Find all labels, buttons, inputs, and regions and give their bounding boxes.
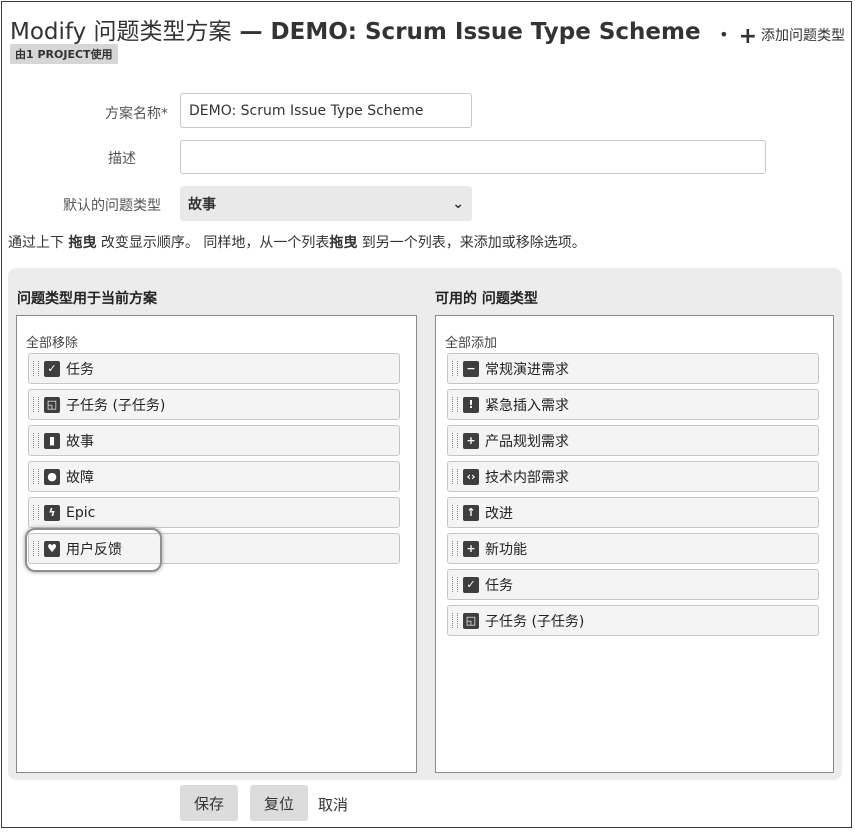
reset-button[interactable]: 复位 [250,785,308,821]
available-type-item[interactable]: + 新功能 [447,533,819,564]
page-title: Modify 问题类型方案 — DEMO: Scrum Issue Type S… [10,12,701,46]
available-type-item[interactable]: ! 紧急插入需求 [447,389,819,420]
drag-handle-icon[interactable] [452,361,458,376]
arrow-up-icon: ↑ [463,504,479,521]
subtask-icon: ◱ [463,612,479,629]
hint-drag-2: 拖曳 [329,235,358,251]
available-type-item[interactable]: ◱ 子任务 (子任务) [447,605,819,636]
default-issue-type-select[interactable]: 故事 ⌄ [180,186,472,221]
drag-handle-icon[interactable] [33,505,39,520]
current-scheme-item-label: 故事 [66,433,94,450]
available-types-list[interactable]: 全部添加 − 常规演进需求! 紧急插入需求 + 产品规划需求 ‹› 技术内部需求 ↑ 改进 + 新功… [435,315,834,773]
current-scheme-item[interactable]: ▮ 故事 [28,425,400,456]
available-type-item-label: 常规演进需求 [485,361,569,378]
check-icon: ✓ [44,360,60,377]
description-label: 描述 [108,151,136,167]
hint-text-1: 通过上下 [8,235,69,251]
current-scheme-item[interactable]: ✓ 任务 [28,353,400,384]
page-title-prefix: Modify 问题类型方案 [10,19,232,45]
current-scheme-item-label: 子任务 (子任务) [66,397,166,414]
drag-hint-text: 通过上下 拖曳 改变显示顺序。 同样地，从一个列表拖曳 到另一个列表，来添加或移… [8,232,586,252]
available-type-item-label: 产品规划需求 [485,433,569,450]
drag-handle-icon[interactable] [33,433,39,448]
bookmark-icon: ▮ [44,432,60,449]
remove-all-link[interactable]: 全部移除 [26,332,78,351]
drag-handle-icon[interactable] [452,397,458,412]
current-scheme-item-label: Epic [66,504,96,521]
plus-icon: + [738,24,757,49]
default-issue-type-label: 默认的问题类型 [63,198,161,214]
available-type-item[interactable]: ‹› 技术内部需求 [447,461,819,492]
page-title-scheme: DEMO: Scrum Issue Type Scheme [270,19,701,45]
chevron-down-icon: ⌄ [452,195,464,212]
available-type-item[interactable]: ↑ 改进 [447,497,819,528]
check-icon: ✓ [463,576,479,593]
available-type-item-label: 紧急插入需求 [485,397,569,414]
drag-handle-icon[interactable] [452,469,458,484]
available-type-item-label: 任务 [485,577,513,594]
drag-handle-icon[interactable] [33,397,39,412]
exclamation-icon: ! [463,396,479,413]
available-type-item[interactable]: ✓ 任务 [447,569,819,600]
hint-text-3: 到另一个列表，来添加或移除选项。 [357,235,586,251]
lightning-icon: ϟ [44,504,60,521]
minus-icon: − [463,360,479,377]
available-type-item-label: 新功能 [485,541,527,558]
current-scheme-item-label: 任务 [66,361,94,378]
drag-handle-icon[interactable] [452,577,458,592]
description-input[interactable] [180,140,766,174]
code-icon: ‹› [463,468,479,485]
subtask-icon: ◱ [44,396,60,413]
current-scheme-item-label: 故障 [66,469,94,486]
plus-icon: + [463,432,479,449]
default-issue-type-value: 故事 [188,196,216,213]
scheme-name-input[interactable]: DEMO: Scrum Issue Type Scheme [180,93,472,128]
hint-drag-1: 拖曳 [68,235,97,251]
current-scheme-title: 问题类型用于当前方案 [17,291,157,307]
drag-handle-icon[interactable] [452,613,458,628]
available-types-title: 可用的 问题类型 [435,291,538,307]
issue-type-lists-panel: 问题类型用于当前方案 可用的 问题类型 全部移除 ✓ 任务 ◱ 子任务 (子任务) ▮ 故… [8,268,842,780]
available-type-item-label: 子任务 (子任务) [485,613,585,630]
drag-handle-icon[interactable] [452,433,458,448]
add-issue-type-link[interactable]: • + 添加问题类型 [719,24,845,49]
available-type-item[interactable]: + 产品规划需求 [447,425,819,456]
available-type-item-label: 改进 [485,505,513,522]
page-title-dash: — [231,19,271,45]
usage-badge: 由1 PROJECT使用 [10,44,118,64]
bug-icon: ● [44,468,60,485]
available-type-item-label: 技术内部需求 [485,469,569,486]
current-scheme-item[interactable]: ϟ Epic [28,497,400,528]
drag-handle-icon[interactable] [33,469,39,484]
drag-handle-icon[interactable] [452,541,458,556]
drag-handle-icon[interactable] [33,361,39,376]
scheme-name-label: 方案名称* [105,106,168,122]
bullet-icon: • [719,25,729,44]
add-all-link[interactable]: 全部添加 [445,332,497,351]
current-scheme-item[interactable]: ◱ 子任务 (子任务) [28,389,400,420]
current-scheme-item[interactable]: ● 故障 [28,461,400,492]
drag-handle-icon[interactable] [452,505,458,520]
drag-highlight-outline [25,528,162,572]
available-type-item[interactable]: − 常规演进需求 [447,353,819,384]
cancel-link[interactable]: 取消 [318,794,348,815]
hint-text-2: 改变显示顺序。 同样地，从一个列表 [96,235,330,251]
save-button[interactable]: 保存 [180,785,238,821]
plus-icon: + [463,540,479,557]
add-issue-type-label: 添加问题类型 [761,28,845,44]
